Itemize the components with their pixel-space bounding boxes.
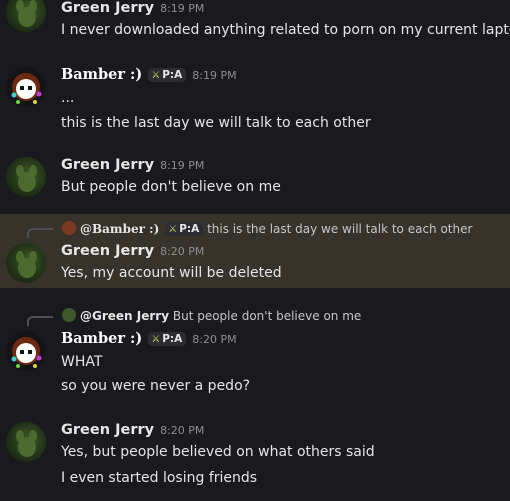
- message-text: WHAT: [61, 354, 103, 370]
- author-label: Green Jerry: [61, 157, 155, 173]
- user-avatar[interactable]: [6, 331, 46, 371]
- role-tag[interactable]: ⚔ P:A: [148, 332, 187, 346]
- user-avatar[interactable]: [6, 243, 46, 283]
- sword-icon: ⚔: [168, 224, 178, 235]
- avatar-icon: [11, 337, 42, 368]
- role-tag: ⚔ P:A: [165, 222, 204, 236]
- message-text: I even started losing friends: [61, 470, 258, 486]
- reply-author: @Bamber :): [80, 222, 160, 236]
- reply-preview[interactable]: @Bamber :) ⚔ P:A this is the last day we w…: [62, 221, 472, 236]
- user-avatar[interactable]: [6, 0, 46, 32]
- author-label: Green Jerry: [61, 243, 155, 259]
- role-tag-label: P:A: [179, 223, 200, 235]
- timestamp: 8:20 PM: [192, 333, 237, 346]
- message-text: this is the last day we will talk to eac…: [61, 115, 371, 131]
- author-name[interactable]: Green Jerry 8:19 PM: [61, 0, 204, 16]
- reply-avatar: [62, 221, 76, 235]
- message-text: I never downloaded anything related to p…: [61, 22, 510, 38]
- timestamp: 8:19 PM: [192, 69, 237, 82]
- author-label: Bamber :): [61, 330, 143, 347]
- author-name[interactable]: Green Jerry 8:19 PM: [61, 157, 204, 173]
- author-label: Green Jerry: [61, 0, 155, 16]
- role-tag[interactable]: ⚔ P:A: [148, 68, 187, 82]
- sword-icon: ⚔: [151, 70, 161, 81]
- user-avatar[interactable]: [6, 67, 46, 107]
- author-label: Bamber :): [61, 66, 143, 83]
- avatar-icon: [16, 165, 37, 192]
- role-tag-label: P:A: [162, 69, 183, 81]
- author-name[interactable]: Green Jerry 8:20 PM: [61, 243, 204, 259]
- avatar-icon: [16, 430, 37, 457]
- message-text: so you were never a pedo?: [61, 378, 251, 394]
- role-tag-label: P:A: [162, 333, 183, 345]
- reply-connector: [27, 316, 53, 326]
- reply-text: this is the last day we will talk to eac…: [207, 222, 473, 236]
- message-text: Yes, my account will be deleted: [61, 265, 282, 281]
- sword-icon: ⚔: [151, 334, 161, 345]
- avatar-icon: [11, 73, 42, 104]
- message-text: But people don't believe on me: [61, 179, 281, 195]
- author-name[interactable]: Bamber :) ⚔ P:A 8:20 PM: [61, 330, 237, 347]
- user-avatar[interactable]: [6, 422, 46, 462]
- author-name[interactable]: Bamber :) ⚔ P:A 8:19 PM: [61, 66, 237, 83]
- avatar-icon: [16, 0, 37, 27]
- author-label: Green Jerry: [61, 422, 155, 438]
- message-text: Yes, but people believed on what others …: [61, 444, 375, 460]
- reply-text: But people don't believe on me: [172, 309, 362, 323]
- reply-author: @Green Jerry: [80, 309, 170, 323]
- message-text: ...: [61, 90, 75, 106]
- reply-avatar: [62, 308, 76, 322]
- timestamp: 8:19 PM: [160, 2, 205, 15]
- timestamp: 8:20 PM: [160, 245, 205, 258]
- timestamp: 8:19 PM: [160, 159, 205, 172]
- reply-preview[interactable]: @Green Jerry But people don't believe on…: [62, 308, 361, 323]
- user-avatar[interactable]: [6, 157, 46, 197]
- avatar-icon: [16, 251, 37, 278]
- reply-connector: [27, 228, 53, 238]
- timestamp: 8:20 PM: [160, 424, 205, 437]
- author-name[interactable]: Green Jerry 8:20 PM: [61, 422, 204, 438]
